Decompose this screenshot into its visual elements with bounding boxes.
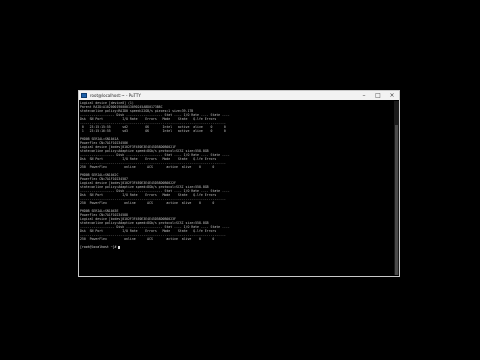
scrollbar-thumb[interactable] xyxy=(395,125,398,275)
window-title: root@localhost:~ - PuTTY xyxy=(90,93,141,98)
vertical-scrollbar[interactable] xyxy=(394,101,399,275)
maximize-button[interactable]: □ xyxy=(371,91,385,100)
terminal-output[interactable]: Logical device [device0] (1) Parent RAID=… xyxy=(80,101,394,275)
window-controls: – □ × xyxy=(357,91,399,100)
shell-prompt: [root@localhost ~]# xyxy=(80,245,121,249)
text-cursor xyxy=(118,245,121,249)
close-button[interactable]: × xyxy=(385,91,399,100)
putty-icon xyxy=(81,93,87,98)
minimize-button[interactable]: – xyxy=(357,91,371,100)
terminal-window[interactable]: root@localhost:~ - PuTTY – □ × Logical d… xyxy=(78,90,400,277)
title-bar[interactable]: root@localhost:~ - PuTTY – □ × xyxy=(79,91,399,100)
